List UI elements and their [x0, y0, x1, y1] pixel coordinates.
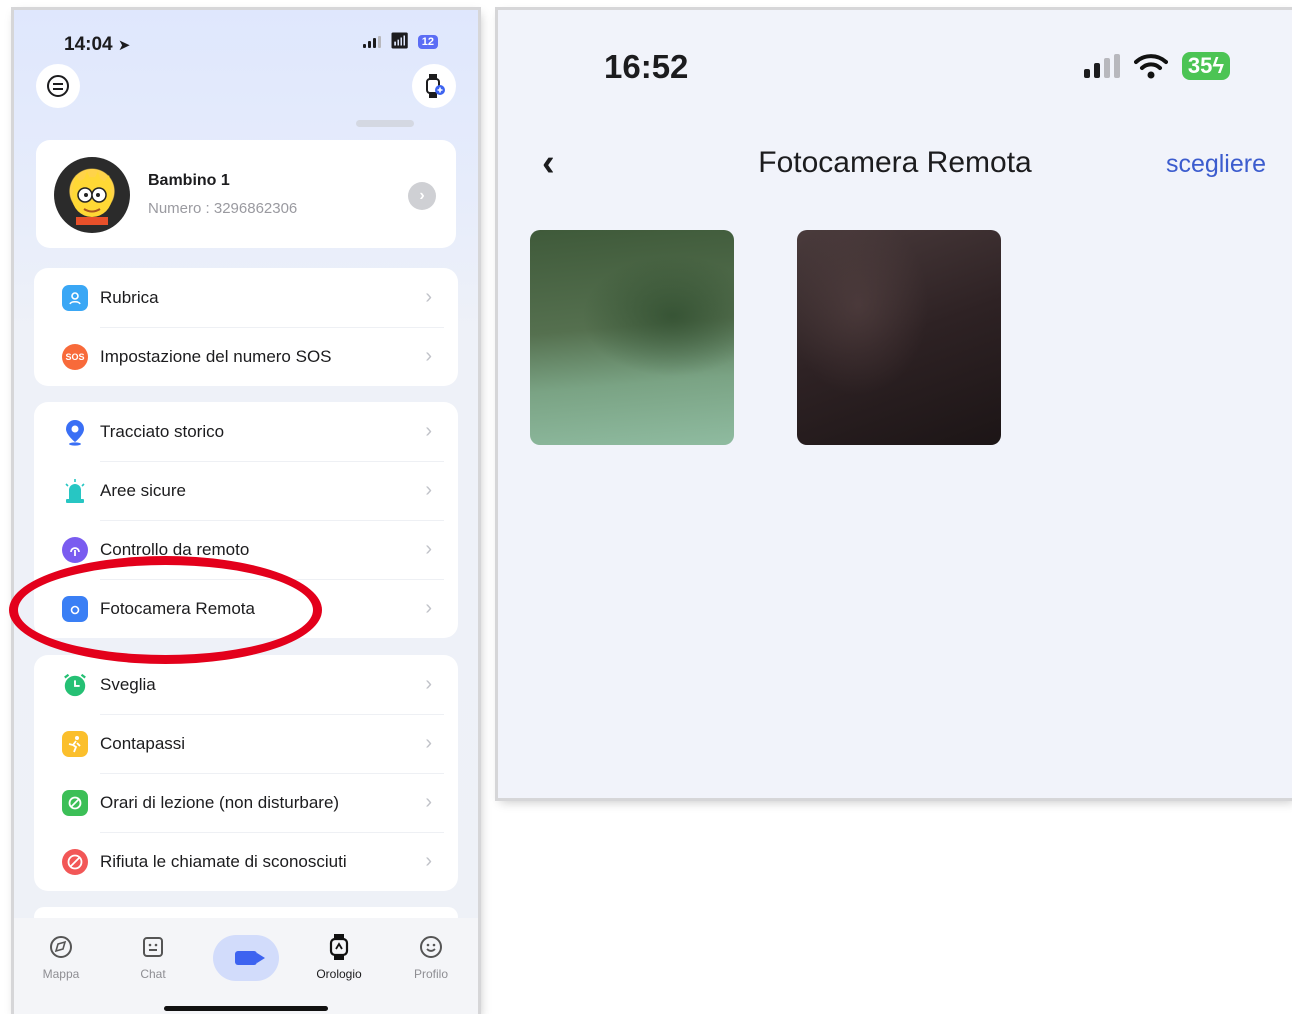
select-button[interactable]: scegliere — [1166, 150, 1266, 179]
chevron-right-icon: › — [425, 850, 432, 872]
block-calls-icon — [62, 848, 88, 875]
drag-handle — [356, 120, 414, 127]
right-phone-screen: 16:52 35ϟ ‹ Fotocamera Remota scegliere — [498, 10, 1292, 798]
menu-item-sos[interactable]: SOS Impostazione del numero SOS › — [34, 327, 458, 386]
tab-label: Chat — [140, 967, 166, 981]
menu-item-rifiuta-chiamate[interactable]: Rifiuta le chiamate di sconosciuti › — [34, 832, 458, 891]
menu-item-orari-di-lezione[interactable]: Orari di lezione (non disturbare) › — [34, 773, 458, 832]
watch-add-icon — [426, 74, 445, 98]
chevron-right-icon: › — [425, 791, 432, 813]
chevron-right-icon: › — [425, 420, 432, 442]
status-indicators: 35ϟ — [1083, 52, 1230, 80]
menu-item-label: Controllo da remoto — [100, 539, 250, 559]
chevron-right-icon: › — [425, 538, 432, 560]
menu-item-label: Rifiuta le chiamate di sconosciuti — [100, 851, 347, 871]
tab-label: Profilo — [413, 967, 448, 981]
wifi-icon: 📶︎ — [389, 33, 410, 50]
location-pin-icon — [62, 419, 88, 446]
menu-item-rubrica[interactable]: Rubrica › — [34, 268, 458, 327]
compass-icon — [26, 932, 96, 962]
menu-item-label: Orari di lezione (non disturbare) — [100, 792, 340, 812]
tab-label: Mappa — [42, 967, 80, 981]
alarm-clock-icon — [62, 672, 88, 698]
profile-detail-button[interactable]: › — [408, 182, 436, 210]
settings-section-location: Tracciato storico › Aree sicure › Contro… — [34, 402, 458, 638]
child-profile-card[interactable]: Bambino 1 Numero : 3296862306 › — [36, 140, 456, 248]
watch-icon — [304, 932, 374, 962]
tab-mappa[interactable]: Mappa — [26, 932, 96, 981]
tab-orologio[interactable]: Orologio — [304, 932, 374, 981]
left-phone-screen: 14:04 ➤ 📶︎ 12 Bambino 1 Numero: 3296862… — [14, 10, 478, 1014]
home-indicator — [164, 1006, 328, 1011]
status-indicators: 📶︎ 12 — [363, 34, 438, 50]
add-watch-button[interactable] — [412, 64, 456, 108]
smiley-icon — [396, 932, 466, 962]
status-time: 14:04 ➤ — [64, 34, 131, 55]
menu-item-sveglia[interactable]: Sveglia › — [34, 655, 458, 714]
location-arrow-icon: ➤ — [117, 37, 131, 54]
sos-icon: SOS — [62, 343, 88, 370]
contacts-icon — [62, 284, 88, 311]
chevron-right-icon: › — [419, 187, 425, 204]
battery-indicator: 12 — [417, 35, 438, 49]
cellular-signal-icon — [363, 36, 382, 48]
chat-icon — [118, 932, 188, 962]
chevron-right-icon: › — [425, 732, 432, 754]
charging-bolt-icon: ϟ — [1212, 53, 1224, 78]
tab-profilo[interactable]: Profilo — [396, 932, 466, 981]
menu-button[interactable] — [36, 64, 80, 108]
cellular-signal-icon — [1083, 54, 1120, 78]
menu-item-controllo-da-remoto[interactable]: Controllo da remoto › — [34, 520, 458, 579]
tab-label: Orologio — [316, 967, 362, 981]
chevron-right-icon: › — [425, 286, 432, 308]
status-time: 16:52 — [604, 48, 689, 85]
menu-item-tracciato-storico[interactable]: Tracciato storico › — [34, 402, 458, 461]
do-not-disturb-icon — [62, 789, 88, 816]
remote-photo-thumbnail[interactable] — [797, 230, 1001, 445]
step-counter-icon — [62, 730, 88, 757]
remote-photo-thumbnail[interactable] — [530, 230, 734, 445]
tab-chat[interactable]: Chat — [118, 932, 188, 981]
menu-item-label: Fotocamera Remota — [100, 598, 255, 618]
chevron-right-icon: › — [425, 673, 432, 695]
chevron-right-icon: › — [425, 345, 432, 367]
battery-indicator: 35ϟ — [1181, 52, 1230, 80]
video-call-icon — [235, 951, 265, 965]
camera-icon — [62, 595, 88, 622]
menu-item-label: Sveglia — [100, 674, 156, 694]
menu-item-label: Rubrica — [100, 287, 159, 307]
menu-item-label: Tracciato storico — [100, 421, 225, 441]
avatar — [54, 157, 130, 233]
chevron-right-icon: › — [425, 597, 432, 619]
child-name: Bambino 1 — [148, 172, 230, 189]
cartoon-avatar-icon — [72, 171, 112, 225]
settings-section-contacts: Rubrica › SOS Impostazione del numero SO… — [34, 268, 458, 386]
child-phone-number: Numero : 3296862306 — [148, 200, 298, 217]
bottom-tab-bar: Mappa Chat Orologio Profilo — [14, 918, 478, 1014]
menu-icon — [47, 75, 69, 97]
wifi-icon — [1133, 54, 1168, 79]
remote-control-icon — [62, 536, 88, 563]
menu-item-label: Impostazione del numero SOS — [100, 346, 332, 366]
chevron-right-icon: › — [425, 479, 432, 501]
menu-item-contapassi[interactable]: Contapassi › — [34, 714, 458, 773]
menu-item-aree-sicure[interactable]: Aree sicure › — [34, 461, 458, 520]
menu-item-fotocamera-remota[interactable]: Fotocamera Remota › — [34, 579, 458, 638]
safe-area-icon — [62, 478, 88, 504]
settings-section-device: Sveglia › Contapassi › Orari di lezione … — [34, 655, 458, 891]
menu-item-label: Aree sicure — [100, 480, 186, 500]
tab-video-call[interactable] — [213, 935, 279, 981]
menu-item-label: Contapassi — [100, 733, 186, 753]
